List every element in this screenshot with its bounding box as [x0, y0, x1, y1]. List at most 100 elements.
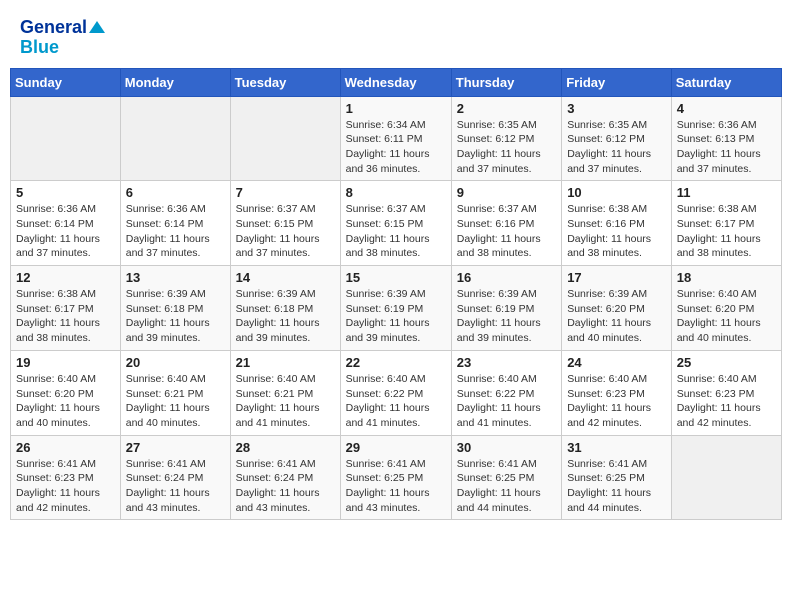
- day-info: Sunrise: 6:36 AM Sunset: 6:13 PM Dayligh…: [677, 118, 776, 177]
- day-number: 17: [567, 270, 666, 285]
- calendar-cell: 28Sunrise: 6:41 AM Sunset: 6:24 PM Dayli…: [230, 435, 340, 520]
- day-info: Sunrise: 6:39 AM Sunset: 6:20 PM Dayligh…: [567, 287, 666, 346]
- day-info: Sunrise: 6:36 AM Sunset: 6:14 PM Dayligh…: [16, 202, 115, 261]
- day-number: 6: [126, 185, 225, 200]
- calendar-cell: 23 Sunrise: 6:40 AM Sunset: 6:22 PM Dayli…: [451, 350, 561, 435]
- day-number: 25: [677, 355, 776, 370]
- calendar-week-row: 19Sunrise: 6:40 AM Sunset: 6:20 PM Dayli…: [11, 350, 782, 435]
- calendar-week-row: 5 Sunrise: 6:36 AM Sunset: 6:14 PM Daylig…: [11, 181, 782, 266]
- day-info: Sunrise: 6:34 AM Sunset: 6:11 PM Dayligh…: [346, 118, 446, 177]
- day-number: 23: [457, 355, 556, 370]
- day-info: Sunrise: 6:40 AM Sunset: 6:23 PM Dayligh…: [567, 372, 666, 431]
- day-number: 7: [236, 185, 335, 200]
- calendar-cell: 22 Sunrise: 6:40 AM Sunset: 6:22 PM Dayli…: [340, 350, 451, 435]
- calendar-cell: [230, 96, 340, 181]
- logo-blue: Blue: [20, 38, 59, 58]
- day-info: Sunrise: 6:40 AM Sunset: 6:20 PM Dayligh…: [677, 287, 776, 346]
- calendar-cell: [11, 96, 121, 181]
- day-number: 29: [346, 440, 446, 455]
- day-info: Sunrise: 6:37 AM Sunset: 6:15 PM Dayligh…: [236, 202, 335, 261]
- day-number: 30: [457, 440, 556, 455]
- day-info: Sunrise: 6:40 AM Sunset: 6:21 PM Dayligh…: [236, 372, 335, 431]
- day-info: Sunrise: 6:39 AM Sunset: 6:19 PM Dayligh…: [457, 287, 556, 346]
- day-number: 12: [16, 270, 115, 285]
- calendar-cell: 31Sunrise: 6:41 AM Sunset: 6:25 PM Dayli…: [562, 435, 672, 520]
- day-number: 14: [236, 270, 335, 285]
- day-number: 3: [567, 101, 666, 116]
- day-number: 8: [346, 185, 446, 200]
- day-number: 4: [677, 101, 776, 116]
- calendar-header-row: SundayMondayTuesdayWednesdayThursdayFrid…: [11, 68, 782, 96]
- calendar-cell: 17 Sunrise: 6:39 AM Sunset: 6:20 PM Dayli…: [562, 266, 672, 351]
- calendar-cell: 18 Sunrise: 6:40 AM Sunset: 6:20 PM Dayli…: [671, 266, 781, 351]
- day-info: Sunrise: 6:40 AM Sunset: 6:21 PM Dayligh…: [126, 372, 225, 431]
- day-info: Sunrise: 6:41 AM Sunset: 6:25 PM Dayligh…: [346, 457, 446, 516]
- weekday-header: Saturday: [671, 68, 781, 96]
- day-number: 11: [677, 185, 776, 200]
- day-info: Sunrise: 6:38 AM Sunset: 6:17 PM Dayligh…: [16, 287, 115, 346]
- calendar-cell: 8 Sunrise: 6:37 AM Sunset: 6:15 PM Daylig…: [340, 181, 451, 266]
- day-info: Sunrise: 6:40 AM Sunset: 6:23 PM Dayligh…: [677, 372, 776, 431]
- day-info: Sunrise: 6:37 AM Sunset: 6:15 PM Dayligh…: [346, 202, 446, 261]
- day-info: Sunrise: 6:39 AM Sunset: 6:19 PM Dayligh…: [346, 287, 446, 346]
- calendar-cell: 9 Sunrise: 6:37 AM Sunset: 6:16 PM Daylig…: [451, 181, 561, 266]
- calendar-cell: [671, 435, 781, 520]
- calendar-cell: 27Sunrise: 6:41 AM Sunset: 6:24 PM Dayli…: [120, 435, 230, 520]
- calendar-cell: 1Sunrise: 6:34 AM Sunset: 6:11 PM Daylig…: [340, 96, 451, 181]
- day-info: Sunrise: 6:40 AM Sunset: 6:20 PM Dayligh…: [16, 372, 115, 431]
- day-info: Sunrise: 6:40 AM Sunset: 6:22 PM Dayligh…: [457, 372, 556, 431]
- day-number: 15: [346, 270, 446, 285]
- calendar-week-row: 12 Sunrise: 6:38 AM Sunset: 6:17 PM Dayli…: [11, 266, 782, 351]
- day-info: Sunrise: 6:41 AM Sunset: 6:25 PM Dayligh…: [457, 457, 556, 516]
- calendar-cell: 3 Sunrise: 6:35 AM Sunset: 6:12 PM Daylig…: [562, 96, 672, 181]
- weekday-header: Monday: [120, 68, 230, 96]
- calendar-cell: 4 Sunrise: 6:36 AM Sunset: 6:13 PM Daylig…: [671, 96, 781, 181]
- calendar-cell: 5 Sunrise: 6:36 AM Sunset: 6:14 PM Daylig…: [11, 181, 121, 266]
- day-number: 28: [236, 440, 335, 455]
- calendar-cell: 12 Sunrise: 6:38 AM Sunset: 6:17 PM Dayli…: [11, 266, 121, 351]
- day-number: 18: [677, 270, 776, 285]
- day-number: 26: [16, 440, 115, 455]
- day-info: Sunrise: 6:38 AM Sunset: 6:16 PM Dayligh…: [567, 202, 666, 261]
- day-number: 10: [567, 185, 666, 200]
- day-number: 20: [126, 355, 225, 370]
- calendar-cell: 13 Sunrise: 6:39 AM Sunset: 6:18 PM Dayli…: [120, 266, 230, 351]
- calendar-cell: 15 Sunrise: 6:39 AM Sunset: 6:19 PM Dayli…: [340, 266, 451, 351]
- weekday-header: Tuesday: [230, 68, 340, 96]
- calendar-cell: 30 Sunrise: 6:41 AM Sunset: 6:25 PM Dayli…: [451, 435, 561, 520]
- logo-general: General: [20, 18, 87, 38]
- day-info: Sunrise: 6:35 AM Sunset: 6:12 PM Dayligh…: [457, 118, 556, 177]
- day-info: Sunrise: 6:38 AM Sunset: 6:17 PM Dayligh…: [677, 202, 776, 261]
- calendar-cell: 7 Sunrise: 6:37 AM Sunset: 6:15 PM Daylig…: [230, 181, 340, 266]
- day-info: Sunrise: 6:40 AM Sunset: 6:22 PM Dayligh…: [346, 372, 446, 431]
- calendar-cell: [120, 96, 230, 181]
- logo: General Blue: [20, 18, 105, 58]
- day-info: Sunrise: 6:36 AM Sunset: 6:14 PM Dayligh…: [126, 202, 225, 261]
- day-info: Sunrise: 6:39 AM Sunset: 6:18 PM Dayligh…: [236, 287, 335, 346]
- weekday-header: Friday: [562, 68, 672, 96]
- weekday-header: Wednesday: [340, 68, 451, 96]
- day-number: 24: [567, 355, 666, 370]
- day-number: 9: [457, 185, 556, 200]
- day-info: Sunrise: 6:35 AM Sunset: 6:12 PM Dayligh…: [567, 118, 666, 177]
- day-number: 5: [16, 185, 115, 200]
- weekday-header: Thursday: [451, 68, 561, 96]
- calendar-cell: 20 Sunrise: 6:40 AM Sunset: 6:21 PM Dayli…: [120, 350, 230, 435]
- day-number: 13: [126, 270, 225, 285]
- calendar-cell: 24 Sunrise: 6:40 AM Sunset: 6:23 PM Dayli…: [562, 350, 672, 435]
- calendar-cell: 21Sunrise: 6:40 AM Sunset: 6:21 PM Dayli…: [230, 350, 340, 435]
- calendar-cell: 26 Sunrise: 6:41 AM Sunset: 6:23 PM Dayli…: [11, 435, 121, 520]
- page-header: General Blue: [10, 10, 782, 68]
- day-number: 22: [346, 355, 446, 370]
- day-info: Sunrise: 6:39 AM Sunset: 6:18 PM Dayligh…: [126, 287, 225, 346]
- calendar-week-row: 1Sunrise: 6:34 AM Sunset: 6:11 PM Daylig…: [11, 96, 782, 181]
- day-info: Sunrise: 6:41 AM Sunset: 6:23 PM Dayligh…: [16, 457, 115, 516]
- calendar-cell: 11 Sunrise: 6:38 AM Sunset: 6:17 PM Dayli…: [671, 181, 781, 266]
- calendar-cell: 19Sunrise: 6:40 AM Sunset: 6:20 PM Dayli…: [11, 350, 121, 435]
- calendar-cell: 2Sunrise: 6:35 AM Sunset: 6:12 PM Daylig…: [451, 96, 561, 181]
- weekday-header: Sunday: [11, 68, 121, 96]
- day-number: 16: [457, 270, 556, 285]
- logo-icon: [89, 19, 105, 35]
- calendar-cell: 29 Sunrise: 6:41 AM Sunset: 6:25 PM Dayli…: [340, 435, 451, 520]
- day-info: Sunrise: 6:37 AM Sunset: 6:16 PM Dayligh…: [457, 202, 556, 261]
